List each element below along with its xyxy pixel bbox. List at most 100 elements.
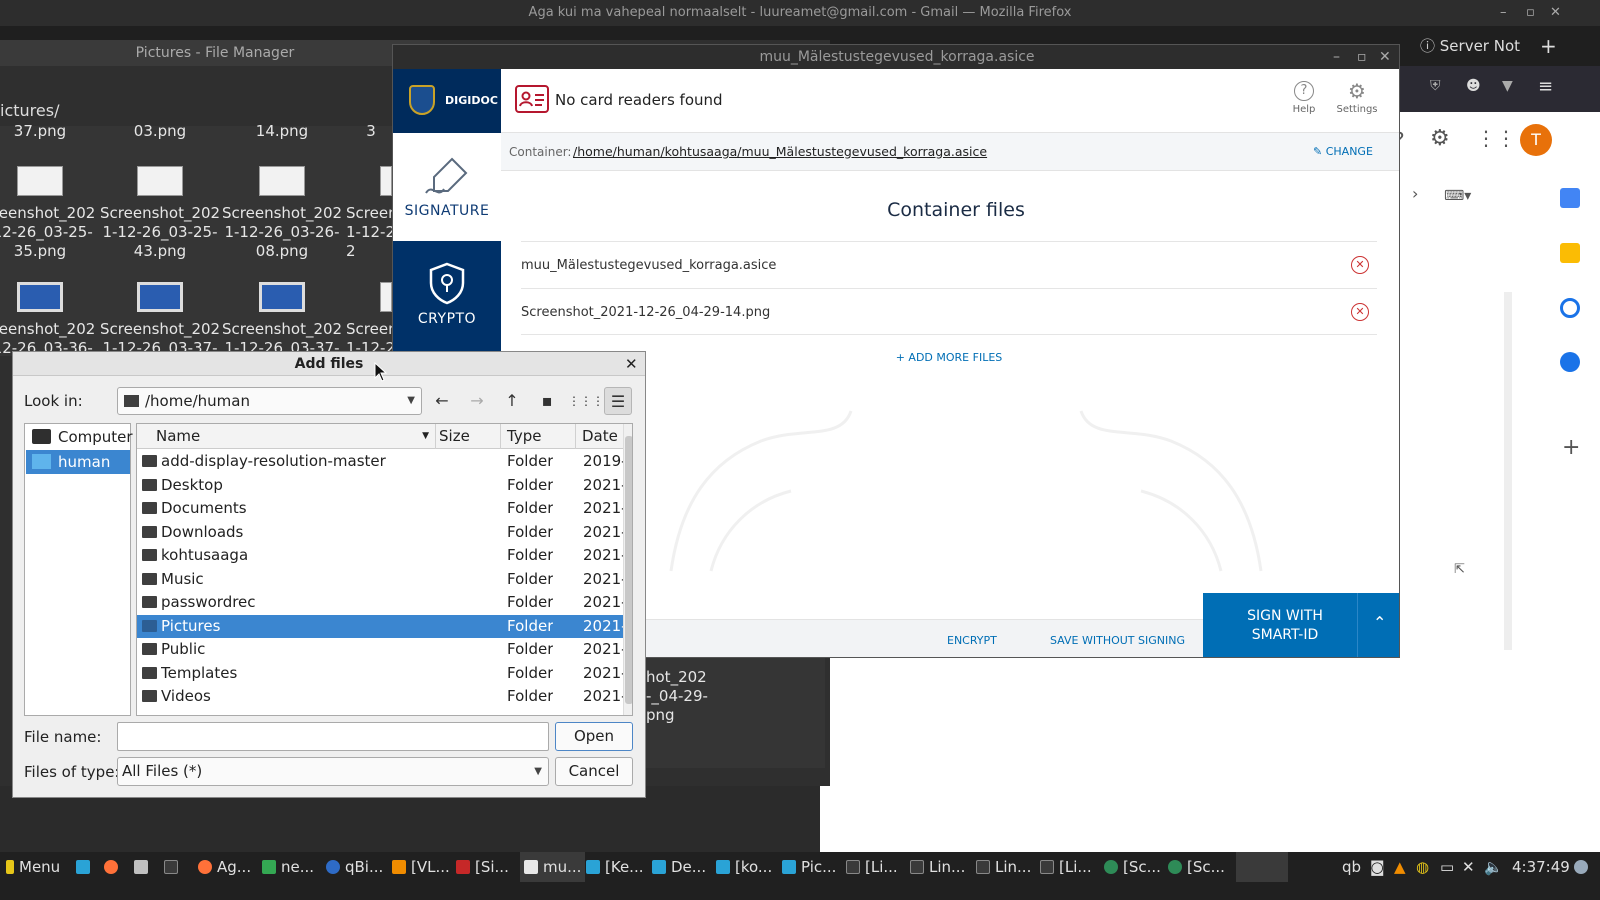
remove-file-icon[interactable]: ✕ [1351, 303, 1369, 321]
file-row[interactable]: Public Folder 2021-1 [137, 638, 632, 662]
icon-view-icon[interactable]: ⋮⋮⋮ [568, 387, 604, 415]
file-item[interactable]: Screenshot_202 1-12-26_03-37- [222, 282, 342, 358]
close-icon[interactable]: ✕ [1379, 45, 1391, 69]
file-row[interactable]: Videos Folder 2021-1 [137, 685, 632, 709]
scrollbar[interactable] [623, 424, 632, 715]
scrollbar-thumb[interactable] [625, 436, 632, 704]
forward-icon[interactable]: → [463, 387, 491, 415]
tray-qbittorrent[interactable]: qb [1342, 852, 1361, 882]
nav-crypto[interactable]: CRYPTO [393, 241, 501, 349]
file-item[interactable]: creenshot_202 -12-26_03-25- 35.png [0, 166, 100, 261]
file-row[interactable]: add-display-resolution-master Folder 2019-… [137, 450, 632, 474]
open-button[interactable]: Open [555, 722, 633, 751]
taskbar-item-active[interactable]: mu... [520, 852, 586, 882]
files-of-type-select[interactable]: All Files (*) ▼ [117, 757, 549, 786]
terminal-icon[interactable] [164, 852, 183, 882]
sign-with-smart-id-button[interactable]: SIGN WITH SMART-ID ⌃ [1203, 593, 1399, 657]
column-name[interactable]: Name ▼ [150, 424, 436, 449]
add-icon[interactable]: + [1562, 435, 1580, 460]
menu-button[interactable]: Menu [6, 852, 60, 882]
file-item[interactable]: Screen 1-12-2 [346, 282, 398, 358]
file-label[interactable]: 37.png [0, 122, 100, 141]
file-row[interactable]: Templates Folder 2021-1 [137, 662, 632, 686]
file-name[interactable]: Screenshot_2021-12-26_04-29-14.png [521, 305, 770, 320]
detail-view-icon[interactable]: ☰ [604, 387, 632, 415]
chevron-up-icon[interactable]: ⌃ [1373, 613, 1386, 632]
file-label[interactable]: 03.png [100, 122, 220, 141]
column-size[interactable]: Size [433, 424, 501, 449]
minimize-icon[interactable]: – [1500, 0, 1507, 26]
file-row[interactable]: Desktop Folder 2021-1 [137, 474, 632, 498]
column-type[interactable]: Type [501, 424, 576, 449]
firefox-icon[interactable] [104, 852, 123, 882]
extension-icon[interactable]: ☻ [1466, 78, 1481, 94]
taskbar-item[interactable]: [ko... [716, 852, 772, 882]
taskbar-item[interactable]: Pic... [782, 852, 836, 882]
apps-grid-icon[interactable]: ⋮⋮ [1476, 126, 1516, 150]
keep-icon[interactable] [1560, 243, 1580, 263]
place-human[interactable]: human [26, 450, 130, 474]
filter-icon[interactable]: ▼ [1502, 78, 1513, 94]
file-item[interactable]: Screenshot_202 1-12-26_03-25- 43.png [100, 166, 220, 261]
taskbar-item[interactable]: [Ke... [586, 852, 643, 882]
file-row-selected[interactable]: Pictures Folder 2021-1 [137, 614, 632, 638]
remove-file-icon[interactable]: ✕ [1351, 256, 1369, 274]
nav-signature[interactable]: SIGNATURE [393, 133, 501, 241]
taskbar-item[interactable]: Lin... [976, 852, 1031, 882]
file-item[interactable]: creenshot_202 -12-26_03-36- [0, 282, 100, 358]
open-external-icon[interactable]: ⇱ [1454, 562, 1465, 577]
file-item[interactable]: Screenshot_202 1-12-26_03-37- [100, 282, 220, 358]
user-avatar-icon[interactable] [1574, 852, 1593, 882]
tasks-icon[interactable] [1560, 298, 1580, 318]
tab-server-not[interactable]: ⓘ Server Not [1420, 32, 1520, 60]
screen-icon[interactable]: ▭ [1440, 852, 1454, 882]
taskbar-item[interactable]: [Li... [846, 852, 898, 882]
file-name-input[interactable] [117, 722, 549, 751]
help-button[interactable]: ? Help [1287, 81, 1321, 115]
camera-icon[interactable]: ◙ [1370, 852, 1385, 882]
gear-icon[interactable]: ⚙ [1430, 126, 1450, 151]
show-desktop-icon[interactable] [76, 852, 95, 882]
encrypt-button[interactable]: ENCRYPT [947, 634, 997, 647]
save-without-signing-button[interactable]: SAVE WITHOUT SIGNING [1050, 634, 1185, 647]
network-icon[interactable]: ✕ [1462, 852, 1475, 882]
file-row[interactable]: Downloads Folder 2021-1 [137, 521, 632, 545]
taskbar-item[interactable]: [Sc... [1168, 852, 1225, 882]
taskbar-item[interactable]: [VL... [392, 852, 450, 882]
close-icon[interactable]: ✕ [625, 352, 638, 376]
file-row[interactable]: Music Folder 2021-1 [137, 568, 632, 592]
volume-icon[interactable]: 🔈 [1484, 852, 1503, 882]
file-item[interactable]: Screenshot_202 1-12-26_03-26- 08.png [222, 166, 342, 261]
taskbar-item[interactable]: Lin... [910, 852, 965, 882]
power-icon[interactable]: ◍ [1416, 852, 1429, 882]
change-button[interactable]: ✎ CHANGE [1313, 133, 1373, 171]
clock[interactable]: 4:37:49 [1512, 852, 1570, 882]
shield-icon[interactable]: ⛨ [1430, 78, 1441, 94]
avatar[interactable]: T [1520, 124, 1552, 156]
taskbar-item[interactable]: [Sc... [1104, 852, 1161, 882]
calendar-icon[interactable] [1560, 188, 1580, 208]
look-in-select[interactable]: /home/human ▼ [117, 387, 422, 415]
file-label[interactable]: 14.png [222, 122, 342, 141]
file-row[interactable]: kohtusaaga Folder 2021-1 [137, 544, 632, 568]
taskbar-item[interactable]: [Si... [456, 852, 509, 882]
up-icon[interactable]: ↑ [498, 387, 526, 415]
settings-button[interactable]: ⚙ Settings [1335, 81, 1379, 115]
keyboard-icon[interactable]: ⌨▾ [1444, 188, 1471, 204]
maximize-icon[interactable]: ▫ [1357, 45, 1367, 69]
new-folder-icon[interactable]: ▪ [533, 387, 561, 415]
taskbar-item[interactable]: Ag... [198, 852, 251, 882]
chevron-right-icon[interactable]: › [1412, 184, 1418, 203]
container-path[interactable]: /home/human/kohtusaaga/muu_Mälestustegev… [573, 133, 987, 171]
dialog-titlebar[interactable]: Add files ✕ [13, 352, 645, 376]
file-label[interactable]: 3 [346, 122, 396, 141]
taskbar-item[interactable]: De... [652, 852, 706, 882]
close-icon[interactable]: ✕ [1550, 0, 1561, 26]
vlc-icon[interactable]: ▲ [1394, 852, 1406, 882]
place-computer[interactable]: Computer [26, 425, 133, 449]
contacts-icon[interactable] [1560, 352, 1580, 372]
cancel-button[interactable]: Cancel [555, 757, 633, 786]
file-item[interactable]: Screen 1-12-2 2 [346, 166, 398, 261]
file-item[interactable]: hot_202 -_04-29- png [640, 656, 825, 768]
minimize-icon[interactable]: – [1333, 45, 1340, 69]
